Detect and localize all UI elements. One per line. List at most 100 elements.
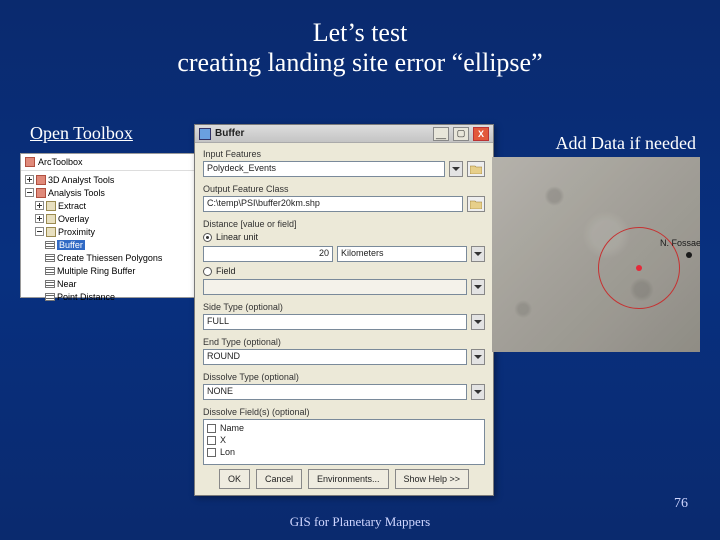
radio-label: Linear unit (216, 232, 258, 242)
toolbox-icon (25, 157, 35, 167)
label-open-toolbox: Open Toolbox (30, 123, 133, 144)
toolbox-icon (36, 188, 46, 198)
field-label: Distance [value or field] (203, 219, 485, 229)
tree-tool[interactable]: Multiple Ring Buffer (25, 264, 190, 277)
tree-node[interactable]: 3D Analyst Tools (25, 173, 190, 186)
arctoolbox-root: ArcToolbox (38, 157, 83, 167)
distance-value[interactable]: 20 (203, 246, 333, 262)
dropdown-icon[interactable] (449, 161, 463, 177)
dropdown-icon[interactable] (471, 246, 485, 262)
dropdown-icon[interactable] (471, 384, 485, 400)
expand-icon[interactable] (35, 201, 44, 210)
feature-point (686, 252, 692, 258)
field-label: Output Feature Class (203, 184, 485, 194)
tree-tool[interactable]: Near (25, 277, 190, 290)
list-label: Name (220, 423, 244, 433)
radio-field[interactable]: Field (203, 265, 485, 277)
slide-footer: GIS for Planetary Mappers (0, 514, 720, 530)
tree-node[interactable]: Overlay (25, 212, 190, 225)
tree-tool[interactable]: Point Distance (25, 290, 190, 303)
checkbox-icon[interactable] (207, 424, 216, 433)
field-label: End Type (optional) (203, 337, 485, 347)
list-label: X (220, 435, 226, 445)
tree-label: 3D Analyst Tools (48, 175, 114, 185)
field-dissolve-type: Dissolve Type (optional) NONE (203, 372, 485, 400)
cancel-button[interactable]: Cancel (256, 469, 302, 489)
page-number: 76 (674, 496, 688, 512)
map-preview: N. Fossae (492, 157, 700, 352)
browse-button[interactable] (467, 196, 485, 212)
window-icon (199, 128, 211, 140)
buffer-dialog: Buffer __ ▢ X Input Features Polydeck_Ev… (194, 124, 494, 496)
collapse-icon[interactable] (25, 188, 34, 197)
minimize-button[interactable]: __ (433, 127, 449, 141)
title-line1: Let’s test (313, 18, 408, 47)
maximize-button[interactable]: ▢ (453, 127, 469, 141)
arctoolbox-panel: ArcToolbox 3D Analyst Tools Analysis Too… (20, 153, 195, 298)
landing-site-point (636, 265, 642, 271)
dissolve-fields-list[interactable]: Name X Lon (203, 419, 485, 465)
list-item[interactable]: X (207, 434, 481, 446)
slide-title: Let’s test creating landing site error “… (0, 0, 720, 78)
side-type-select[interactable]: FULL (203, 314, 467, 330)
tree-node[interactable]: Proximity (25, 225, 190, 238)
title-line2: creating landing site error “ellipse” (177, 48, 542, 77)
list-label: Lon (220, 447, 235, 457)
field-distance: Distance [value or field] Linear unit 20… (203, 219, 485, 295)
field-input-features: Input Features Polydeck_Events (203, 149, 485, 177)
environments-button[interactable]: Environments... (308, 469, 389, 489)
dropdown-icon[interactable] (471, 279, 485, 295)
tool-icon (45, 241, 55, 249)
tree-label: Point Distance (57, 292, 115, 302)
tree-label: Buffer (57, 240, 85, 250)
close-button[interactable]: X (473, 127, 489, 141)
input-features-field[interactable]: Polydeck_Events (203, 161, 445, 177)
collapse-icon[interactable] (35, 227, 44, 236)
checkbox-icon[interactable] (207, 436, 216, 445)
browse-button[interactable] (467, 161, 485, 177)
field-label: Dissolve Field(s) (optional) (203, 407, 485, 417)
tool-icon (45, 267, 55, 275)
radio-label: Field (216, 266, 236, 276)
toolset-icon (46, 214, 56, 224)
tool-icon (45, 254, 55, 262)
field-label: Side Type (optional) (203, 302, 485, 312)
tree-label: Create Thiessen Polygons (57, 253, 162, 263)
tree-node[interactable]: Analysis Tools (25, 186, 190, 199)
dropdown-icon[interactable] (471, 349, 485, 365)
tree-label: Proximity (58, 227, 95, 237)
field-dissolve-fields: Dissolve Field(s) (optional) Name X Lon (203, 407, 485, 465)
distance-field-select[interactable] (203, 279, 467, 295)
arctoolbox-header: ArcToolbox (21, 154, 194, 171)
list-item[interactable]: Lon (207, 446, 481, 458)
dissolve-type-select[interactable]: NONE (203, 384, 467, 400)
radio-linear-unit[interactable]: Linear unit (203, 231, 485, 243)
dropdown-icon[interactable] (471, 314, 485, 330)
list-item[interactable]: Name (207, 422, 481, 434)
tree-label: Extract (58, 201, 86, 211)
expand-icon[interactable] (35, 214, 44, 223)
dialog-title: Buffer (215, 128, 429, 139)
tree-label: Multiple Ring Buffer (57, 266, 135, 276)
tree-node[interactable]: Extract (25, 199, 190, 212)
field-end-type: End Type (optional) ROUND (203, 337, 485, 365)
feature-point-label: N. Fossae (659, 238, 700, 248)
output-field[interactable]: C:\temp\PSI\buffer20km.shp (203, 196, 463, 212)
toolset-icon (46, 201, 56, 211)
tree-tool-buffer[interactable]: Buffer (25, 238, 190, 251)
expand-icon[interactable] (25, 175, 34, 184)
toolset-icon (46, 227, 56, 237)
dialog-body: Input Features Polydeck_Events Output Fe… (195, 143, 493, 478)
field-label: Dissolve Type (optional) (203, 372, 485, 382)
checkbox-icon[interactable] (207, 448, 216, 457)
tool-icon (45, 293, 55, 301)
field-output: Output Feature Class C:\temp\PSI\buffer2… (203, 184, 485, 212)
ok-button[interactable]: OK (219, 469, 250, 489)
distance-unit[interactable]: Kilometers (337, 246, 467, 262)
dialog-button-bar: OK Cancel Environments... Show Help >> (195, 469, 493, 489)
tree-tool[interactable]: Create Thiessen Polygons (25, 251, 190, 264)
show-help-button[interactable]: Show Help >> (395, 469, 470, 489)
end-type-select[interactable]: ROUND (203, 349, 467, 365)
dialog-titlebar[interactable]: Buffer __ ▢ X (195, 125, 493, 143)
toolbox-icon (36, 175, 46, 185)
